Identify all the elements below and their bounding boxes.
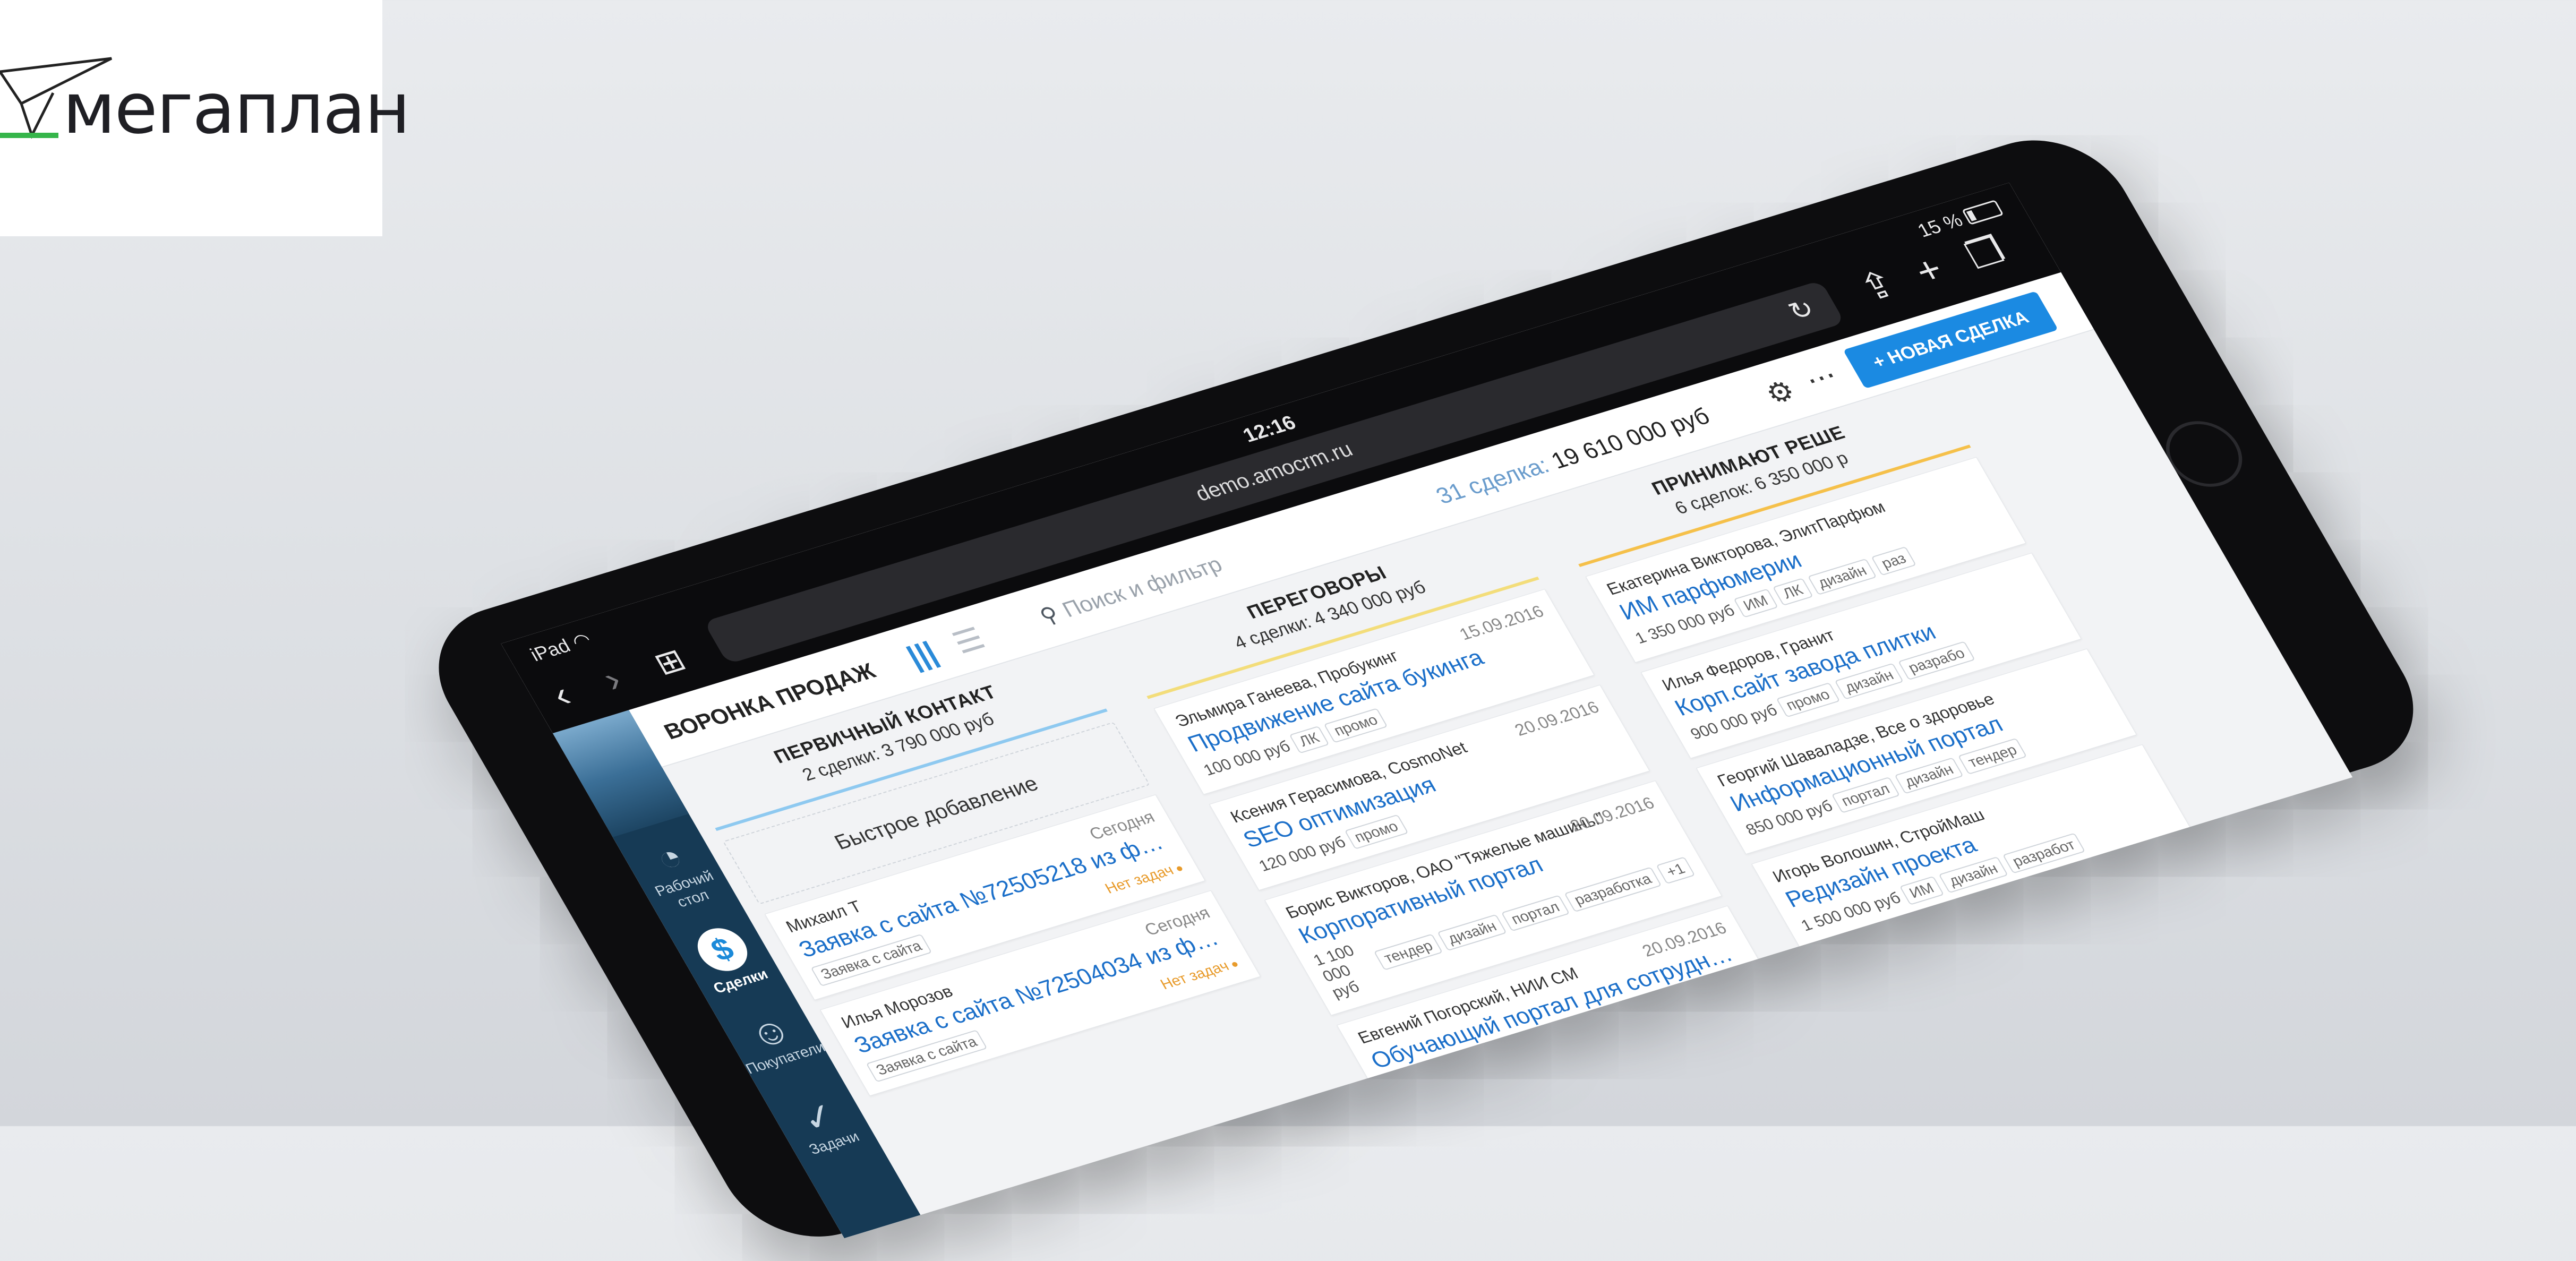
- deal-tag[interactable]: разработка: [1954, 955, 2052, 1001]
- logo-text: мегаплан: [63, 68, 410, 150]
- deal-tag[interactable]: раз: [1871, 546, 1916, 576]
- deal-price: 1 100 000 руб: [1310, 942, 1363, 1001]
- battery-icon: [1962, 200, 2004, 225]
- deal-tag[interactable]: крупный к: [2046, 930, 2135, 973]
- deal-price: 1 300 000 руб: [1853, 985, 1959, 1031]
- tabs-icon[interactable]: ❐: [1958, 229, 2013, 277]
- megaplan-logo: мегаплан: [0, 0, 410, 236]
- deal-price: 450 000 руб: [1909, 1085, 2002, 1126]
- deal-tag[interactable]: тендер: [1374, 933, 1443, 971]
- deal-meta: 450 000 руб промо дизайн разрабо: [1908, 997, 2284, 1128]
- tablet-device: iPad ◠ 12:16 15 % ‹ › ⊞ demo.amocrm.ru ↻…: [408, 121, 2444, 1256]
- new-tab-plus-icon[interactable]: +: [1907, 248, 1950, 293]
- back-icon[interactable]: ‹: [545, 674, 578, 715]
- deal-tag[interactable]: ИМ: [1733, 588, 1778, 618]
- deal-title-link[interactable]: Разработка лендинга: [1892, 969, 2271, 1104]
- sidebar-item-label: Сделки: [710, 965, 771, 997]
- deal-tag[interactable]: дизайн: [2055, 1046, 2125, 1083]
- deal-contact: Маргарита, Мир развлечений: [1880, 992, 2112, 1078]
- bookmarks-book-icon[interactable]: ⊞: [648, 642, 691, 681]
- wifi-icon: ◠: [568, 628, 595, 653]
- share-icon[interactable]: ⇪: [1852, 262, 1904, 310]
- list-view-icon[interactable]: ☰: [946, 621, 991, 661]
- deal-tag[interactable]: дизайн: [1437, 914, 1507, 951]
- tablet-screen: iPad ◠ 12:16 15 % ‹ › ⊞ demo.amocrm.ru ↻…: [501, 182, 2353, 1239]
- deal-tag[interactable]: разработка: [1564, 867, 1662, 913]
- deal-tag[interactable]: промо: [1997, 1065, 2061, 1101]
- battery-percent: 15 %: [1913, 209, 1966, 242]
- deal-tag[interactable]: ЛК: [1289, 725, 1330, 754]
- more-options-icon[interactable]: ⋯: [1799, 358, 1844, 397]
- deal-tag[interactable]: разрабо: [2119, 1024, 2197, 1063]
- deal-tag[interactable]: портал: [1501, 895, 1570, 932]
- tablet-frame: iPad ◠ 12:16 15 % ‹ › ⊞ demo.amocrm.ru ↻…: [408, 121, 2444, 1256]
- deal-tag-more[interactable]: +1: [1656, 856, 1696, 885]
- forward-icon[interactable]: ›: [595, 659, 628, 699]
- device-label: iPad ◠: [526, 628, 595, 666]
- deal-card[interactable]: Маргарита, Мир развлечений Разработка ле…: [1862, 936, 2303, 1142]
- deal-tag[interactable]: ИМ: [1899, 876, 1945, 905]
- search-icon: ⚲: [1035, 602, 1064, 629]
- deals-icon: $: [689, 922, 756, 977]
- deal-tag[interactable]: ЛК: [1772, 578, 1813, 606]
- deal-meta: 1 300 000 руб разработка крупный к: [1853, 902, 2229, 1032]
- pipeline-view-icon[interactable]: |||: [901, 635, 944, 674]
- gear-icon[interactable]: ⚙: [1759, 374, 1801, 411]
